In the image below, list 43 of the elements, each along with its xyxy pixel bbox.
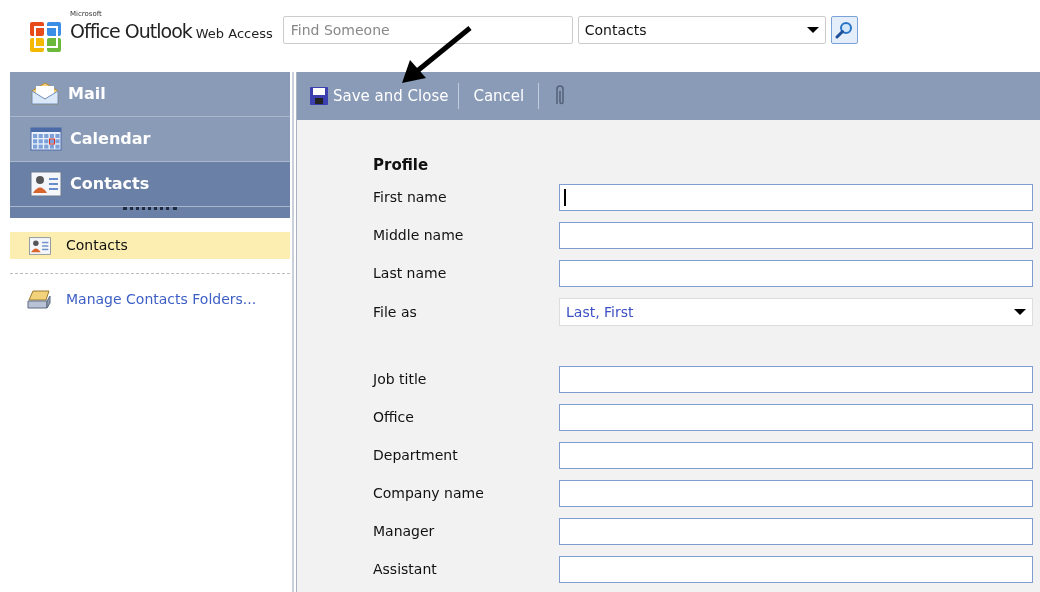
text-input[interactable]	[559, 184, 1033, 211]
search-button[interactable]	[830, 16, 858, 44]
dropdown-caret-icon	[806, 27, 819, 33]
text-input[interactable]	[559, 442, 1033, 469]
resize-grip-icon[interactable]	[123, 207, 177, 210]
text-input[interactable]	[559, 518, 1033, 545]
folder-item[interactable]: Contacts	[10, 232, 290, 259]
field-label: Assistant	[373, 560, 438, 579]
annotation-arrow	[400, 26, 472, 84]
brand-suffix: Web Access	[195, 25, 273, 43]
save-and-close-button[interactable]: Save and Close	[309, 81, 459, 111]
search-icon	[835, 21, 854, 39]
search-field[interactable]: Find Someone	[282, 16, 573, 44]
field-label: File as	[373, 302, 418, 322]
section-heading: Profile	[373, 155, 430, 176]
text-input[interactable]	[559, 556, 1033, 583]
text-input[interactable]	[559, 480, 1033, 507]
text-input[interactable]	[559, 260, 1033, 287]
field-label: Department	[373, 446, 459, 465]
nav-module[interactable]: Contacts	[10, 162, 290, 207]
dropdown-caret-icon	[1014, 309, 1026, 315]
contact-card-icon	[30, 171, 62, 197]
nav-module[interactable]: Mail	[10, 72, 290, 117]
text-input[interactable]	[559, 404, 1033, 431]
field-label: First name	[373, 188, 448, 207]
contact-card-icon	[28, 236, 52, 255]
field-label: Manager	[373, 522, 436, 541]
calendar-icon	[30, 127, 62, 151]
field-label: Middle name	[373, 226, 465, 245]
cancel-button[interactable]: Cancel	[459, 81, 539, 111]
field-label: Last name	[373, 264, 448, 283]
text-cursor	[564, 189, 566, 206]
text-input[interactable]	[559, 366, 1033, 393]
brand-name: Office Outlook	[70, 19, 192, 43]
envelope-icon	[30, 82, 60, 106]
scope-dropdown[interactable]: Contacts	[577, 16, 826, 44]
field-label: Job title	[373, 370, 428, 389]
folders-icon	[26, 288, 52, 310]
file-as-dropdown[interactable]: Last, First	[559, 298, 1033, 326]
field-label: Office	[373, 408, 415, 427]
manage-folders-link[interactable]: Manage Contacts Folders...	[66, 288, 257, 310]
text-input[interactable]	[559, 222, 1033, 249]
field-label: Company name	[373, 484, 485, 503]
